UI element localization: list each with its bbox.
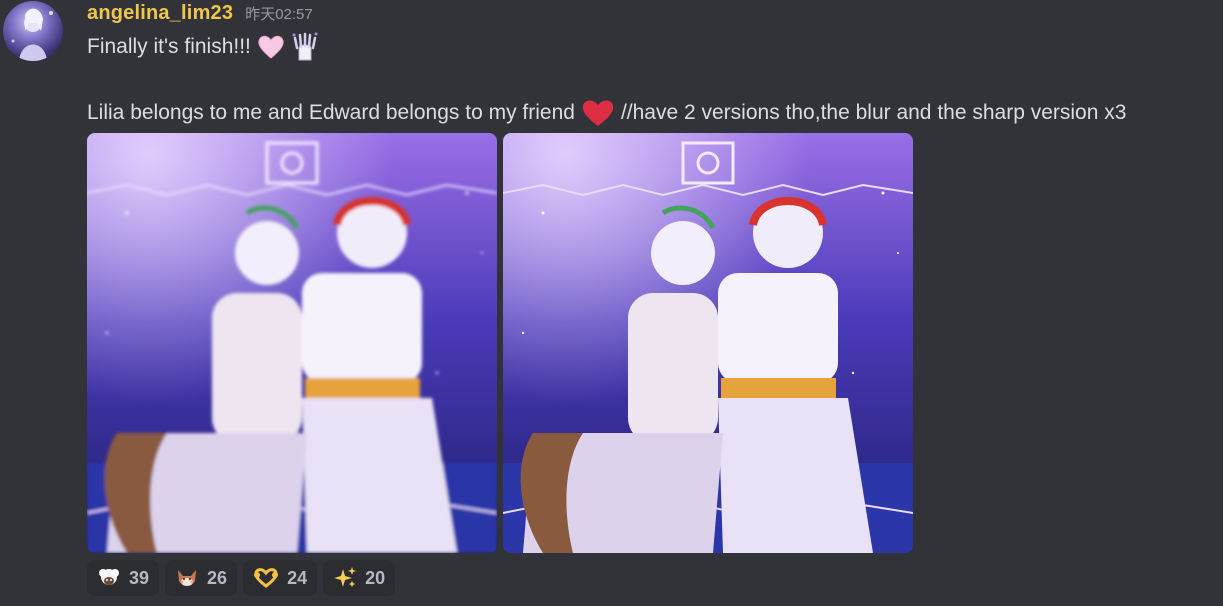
image-attachments: [87, 133, 913, 553]
reaction-count: 24: [287, 567, 308, 588]
heart-hands-icon: [253, 567, 279, 589]
message-line-1: Finally it's finish!!!: [87, 32, 319, 62]
timestamp[interactable]: 昨天02:57: [245, 3, 313, 24]
message-text-line-2-end: //have 2 versions tho,the blur and the s…: [620, 101, 1127, 124]
reaction-count: 39: [129, 567, 150, 588]
image-attachment-sharp[interactable]: [503, 133, 913, 553]
message-text-line-2-start: Lilia belongs to me and Edward belongs t…: [87, 101, 575, 124]
image-attachment-blur[interactable]: [87, 133, 497, 553]
red-heart-icon: [581, 98, 615, 128]
message-header: angelina_lim23 昨天02:57: [87, 2, 313, 28]
reaction-count: 20: [365, 567, 386, 588]
reaction-sheep[interactable]: 39: [87, 560, 160, 596]
reaction-heart-hands[interactable]: 24: [243, 560, 318, 596]
reaction-sparkles[interactable]: 20: [323, 560, 396, 596]
message-line-2: Lilia belongs to me and Edward belongs t…: [87, 98, 1126, 128]
raised-hands-sparkle-icon: [291, 32, 319, 62]
sheep-face-icon: [97, 567, 121, 589]
fox-blush-icon: [175, 567, 199, 589]
avatar[interactable]: [3, 1, 63, 61]
sparkles-icon: [333, 566, 357, 590]
pink-heart-icon: [257, 34, 285, 60]
chat-message: angelina_lim23 昨天02:57 Finally it's fini…: [0, 0, 1223, 606]
reaction-count: 26: [207, 567, 228, 588]
message-text-line-1: Finally it's finish!!!: [87, 35, 251, 58]
reactions-bar: 39 26 24 20: [87, 560, 396, 596]
reaction-fox[interactable]: 26: [165, 560, 238, 596]
username[interactable]: angelina_lim23: [87, 2, 233, 25]
